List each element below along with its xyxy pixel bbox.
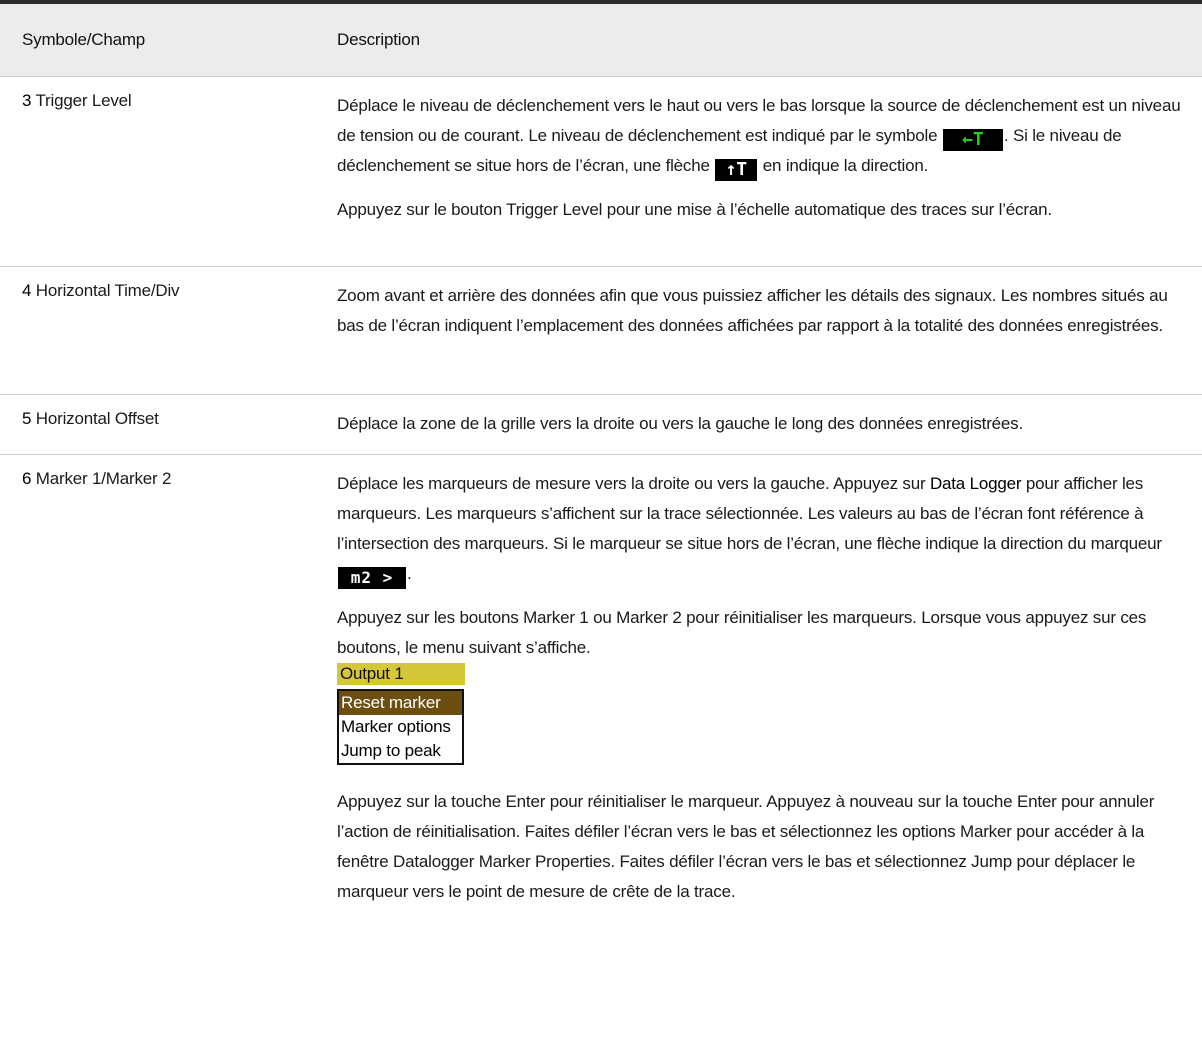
- row-label-text: Trigger Level: [31, 91, 132, 110]
- row-description: Déplace la zone de la grille vers la dro…: [337, 395, 1202, 454]
- marker-menu-screenshot: Output 1 Reset marker Marker options Jum…: [337, 663, 1190, 765]
- row-label: 6 Marker 1/Marker 2: [0, 455, 337, 907]
- document-table: Symbole/Champ Description 3 Trigger Leve…: [0, 0, 1202, 907]
- row-number: 6: [22, 469, 32, 488]
- text-run: .: [407, 564, 412, 583]
- table-row: 6 Marker 1/Marker 2 Déplace les marqueur…: [0, 455, 1202, 907]
- row-label-text: Horizontal Time/Div: [31, 281, 180, 300]
- row-label: 3 Trigger Level: [0, 77, 337, 266]
- paragraph: Appuyez sur la touche Enter pour réiniti…: [337, 792, 1155, 901]
- paragraph: Appuyez sur les boutons Marker 1 ou Mark…: [337, 608, 1147, 657]
- menu-item-marker-options: Marker options: [341, 717, 451, 736]
- menu-item-jump-to-peak: Jump to peak: [341, 741, 441, 760]
- trigger-level-symbol-icon: ←T: [942, 129, 1003, 151]
- text-run: Déplace les marqueurs de mesure vers la …: [337, 474, 930, 493]
- row-label-text: Marker 1/Marker 2: [31, 469, 172, 488]
- paragraph: Appuyez sur le bouton Trigger Level pour…: [337, 200, 1052, 219]
- table-header: Symbole/Champ Description: [0, 0, 1202, 77]
- marker-offscreen-icon: m2 >: [338, 567, 406, 589]
- text-run: en indique la direction.: [758, 156, 929, 175]
- row-label-text: Horizontal Offset: [31, 409, 159, 428]
- row-description: Déplace les marqueurs de mesure vers la …: [337, 455, 1202, 907]
- row-number: 5: [22, 409, 32, 428]
- trigger-offscreen-arrow-icon: ↑T: [715, 159, 758, 181]
- row-label: 4 Horizontal Time/Div: [0, 267, 337, 394]
- row-label: 5 Horizontal Offset: [0, 395, 337, 454]
- row-description: Déplace le niveau de déclenchement vers …: [337, 77, 1202, 266]
- menu-item-reset-marker: Reset marker: [339, 691, 462, 715]
- row-number: 3: [22, 91, 32, 110]
- row-description: Zoom avant et arrière des données afin q…: [337, 267, 1202, 394]
- data-logger-key: Data Logger: [929, 474, 1022, 493]
- menu-title: Output 1: [337, 663, 465, 685]
- paragraph: Déplace la zone de la grille vers la dro…: [337, 414, 1023, 433]
- table-row: 3 Trigger Level Déplace le niveau de déc…: [0, 77, 1202, 267]
- menu-list: Reset marker Marker options Jump to peak: [337, 689, 464, 765]
- header-symbol-field: Symbole/Champ: [22, 30, 146, 49]
- header-description: Description: [337, 30, 420, 49]
- paragraph: Zoom avant et arrière des données afin q…: [337, 286, 1168, 335]
- paragraph: Déplace le niveau de déclenchement vers …: [337, 91, 1190, 181]
- row-number: 4: [22, 281, 32, 300]
- table-row: 5 Horizontal Offset Déplace la zone de l…: [0, 395, 1202, 455]
- paragraph: Déplace les marqueurs de mesure vers la …: [337, 469, 1190, 589]
- table-row: 4 Horizontal Time/Div Zoom avant et arri…: [0, 267, 1202, 395]
